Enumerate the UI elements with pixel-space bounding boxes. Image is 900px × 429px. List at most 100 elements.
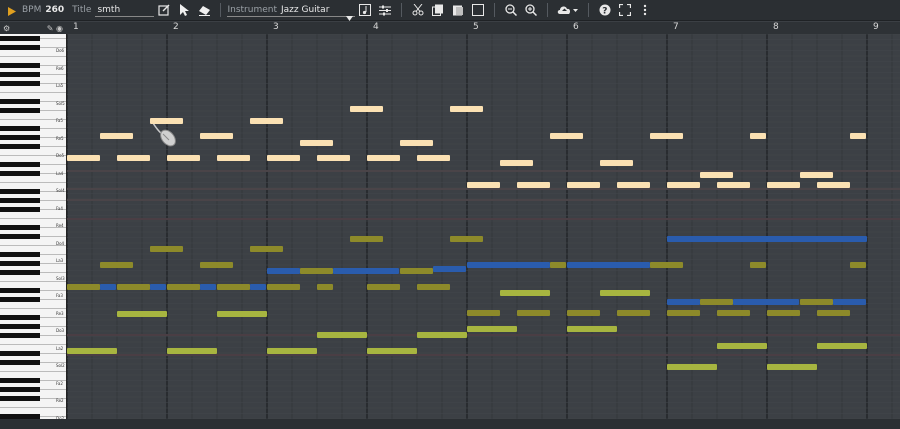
- note[interactable]: [667, 364, 717, 370]
- black-key[interactable]: [0, 297, 40, 302]
- settings-icon[interactable]: ⚙: [3, 24, 10, 33]
- fullscreen-button[interactable]: [617, 2, 633, 18]
- note[interactable]: [350, 236, 383, 242]
- black-key[interactable]: [0, 225, 40, 230]
- black-key[interactable]: [0, 261, 40, 266]
- note[interactable]: [450, 236, 483, 242]
- note[interactable]: [667, 310, 700, 316]
- note[interactable]: [250, 284, 266, 290]
- black-key[interactable]: [0, 162, 40, 167]
- note[interactable]: [517, 182, 550, 188]
- note[interactable]: [100, 284, 116, 290]
- note[interactable]: [567, 182, 600, 188]
- pointer-button[interactable]: [176, 2, 192, 18]
- square-button[interactable]: [470, 2, 486, 18]
- black-key[interactable]: [0, 81, 40, 86]
- black-key[interactable]: [0, 351, 40, 356]
- note[interactable]: [567, 262, 650, 268]
- pencil-tools-icon[interactable]: ✎ ◉: [47, 24, 63, 33]
- note[interactable]: [167, 284, 200, 290]
- note[interactable]: [100, 133, 133, 139]
- black-key[interactable]: [0, 144, 40, 149]
- note[interactable]: [567, 326, 617, 332]
- black-key[interactable]: [0, 270, 40, 275]
- note[interactable]: [750, 133, 766, 139]
- note[interactable]: [550, 262, 566, 268]
- note[interactable]: [67, 348, 117, 354]
- note[interactable]: [417, 155, 450, 161]
- note[interactable]: [217, 155, 250, 161]
- note[interactable]: [717, 310, 750, 316]
- note[interactable]: [300, 268, 333, 274]
- note[interactable]: [150, 246, 183, 252]
- black-key[interactable]: [0, 99, 40, 104]
- note[interactable]: [67, 284, 100, 290]
- black-key[interactable]: [0, 135, 40, 140]
- note-grid[interactable]: [67, 34, 900, 419]
- note[interactable]: [667, 236, 867, 242]
- note[interactable]: [767, 310, 800, 316]
- note[interactable]: [200, 133, 233, 139]
- black-key[interactable]: [0, 234, 40, 239]
- bottom-scrollbar[interactable]: [0, 419, 900, 429]
- note[interactable]: [267, 284, 300, 290]
- title-input[interactable]: [95, 3, 155, 17]
- black-key[interactable]: [0, 396, 40, 401]
- black-key[interactable]: [0, 189, 40, 194]
- note[interactable]: [767, 364, 817, 370]
- note[interactable]: [317, 332, 367, 338]
- note[interactable]: [367, 155, 400, 161]
- bpm-value[interactable]: 260: [45, 5, 64, 15]
- note[interactable]: [467, 262, 550, 268]
- note[interactable]: [733, 299, 799, 305]
- note[interactable]: [417, 332, 467, 338]
- cut-button[interactable]: [410, 2, 426, 18]
- note[interactable]: [850, 133, 866, 139]
- note[interactable]: [267, 155, 300, 161]
- note[interactable]: [250, 246, 283, 252]
- note[interactable]: [100, 262, 133, 268]
- note[interactable]: [467, 182, 500, 188]
- black-key[interactable]: [0, 315, 40, 320]
- note[interactable]: [650, 133, 683, 139]
- black-key[interactable]: [0, 63, 40, 68]
- black-key[interactable]: [0, 126, 40, 131]
- note[interactable]: [500, 160, 533, 166]
- black-key[interactable]: [0, 45, 40, 50]
- note[interactable]: [600, 160, 633, 166]
- note[interactable]: [617, 310, 650, 316]
- note[interactable]: [667, 182, 700, 188]
- zoom-out-button[interactable]: [503, 2, 519, 18]
- paste-button[interactable]: [450, 2, 466, 18]
- edit-button[interactable]: [156, 2, 172, 18]
- black-key[interactable]: [0, 252, 40, 257]
- note[interactable]: [217, 311, 267, 317]
- eraser-button[interactable]: [196, 2, 212, 18]
- note[interactable]: [417, 284, 450, 290]
- help-button[interactable]: ?: [597, 2, 613, 18]
- note[interactable]: [117, 284, 150, 290]
- note[interactable]: [117, 311, 167, 317]
- black-key[interactable]: [0, 171, 40, 176]
- note[interactable]: [517, 310, 550, 316]
- note[interactable]: [200, 284, 216, 290]
- upload-button[interactable]: [556, 2, 580, 18]
- black-key[interactable]: [0, 207, 40, 212]
- note[interactable]: [117, 155, 150, 161]
- note[interactable]: [433, 266, 466, 272]
- black-key[interactable]: [0, 387, 40, 392]
- zoom-in-button[interactable]: [523, 2, 539, 18]
- note[interactable]: [850, 262, 866, 268]
- music-note-button[interactable]: [357, 2, 373, 18]
- note[interactable]: [450, 106, 483, 112]
- note[interactable]: [550, 133, 583, 139]
- bar-ruler[interactable]: [0, 22, 900, 34]
- note[interactable]: [833, 299, 866, 305]
- note[interactable]: [817, 310, 850, 316]
- copy-button[interactable]: [430, 2, 446, 18]
- note[interactable]: [717, 182, 750, 188]
- note[interactable]: [667, 299, 700, 305]
- black-key[interactable]: [0, 36, 40, 41]
- note[interactable]: [267, 348, 317, 354]
- note[interactable]: [367, 348, 417, 354]
